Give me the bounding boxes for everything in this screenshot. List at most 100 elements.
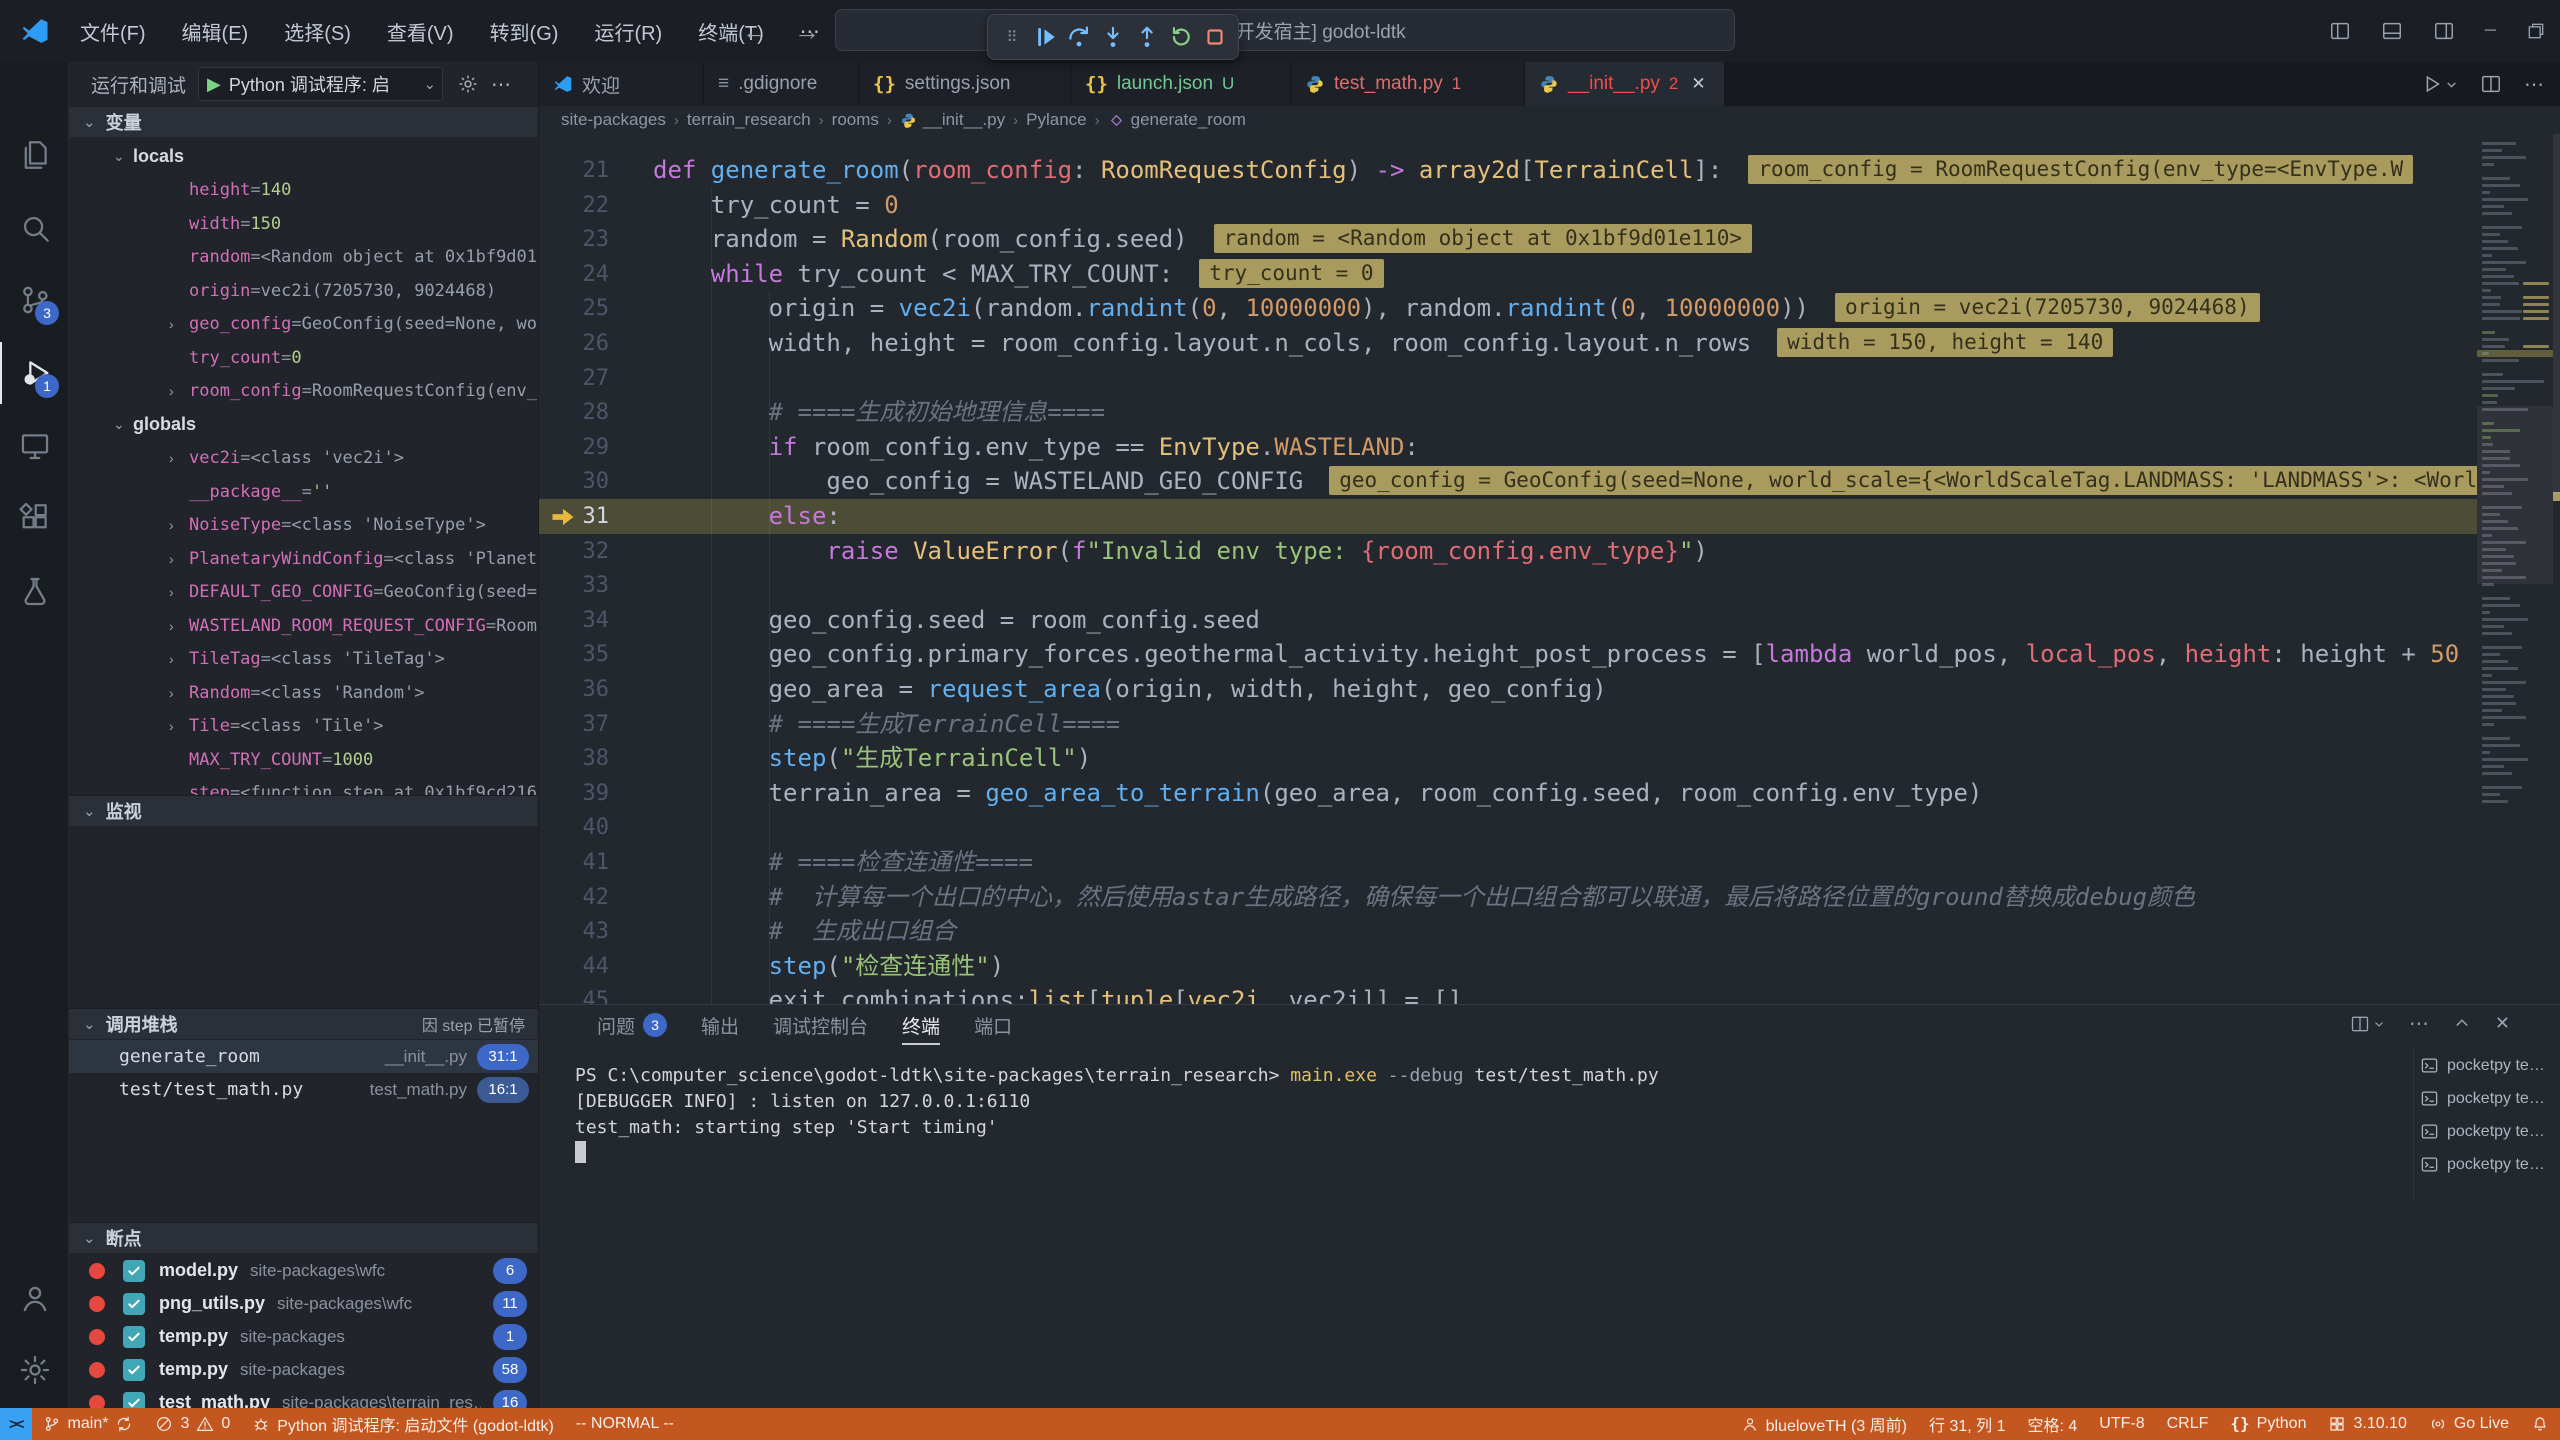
code-line-31[interactable]: 31 else: <box>539 499 2477 534</box>
breakpoints-section-header[interactable]: ⌄ 断点 <box>69 1222 539 1253</box>
breakpoint-checkbox[interactable] <box>123 1326 145 1348</box>
breakpoint-checkbox[interactable] <box>123 1392 145 1409</box>
stack-frame[interactable]: test/test_math.pytest_math.py16:1 <box>69 1073 539 1106</box>
command-center-search[interactable]: [扩展开发宿主] godot-ldtk <box>835 9 1735 51</box>
code-editor[interactable]: 21def generate_room(room_config: RoomReq… <box>539 134 2477 1004</box>
code-line-26[interactable]: 26 width, height = room_config.layout.n_… <box>539 326 2477 361</box>
minimap[interactable] <box>2477 134 2553 1004</box>
tab-[interactable]: 欢迎 <box>539 62 704 106</box>
code-line-43[interactable]: 43 # 生成出口组合 <box>539 914 2477 949</box>
breadcrumb-item[interactable]: rooms <box>832 110 879 130</box>
remote-indicator[interactable]: >< <box>0 1408 32 1440</box>
restart-button[interactable] <box>1166 21 1196 53</box>
variable-DEFAULT_GEO_CONFIG[interactable]: ›DEFAULT_GEO_CONFIG = GeoConfig(seed=1… <box>69 576 539 609</box>
menu-s[interactable]: 选择(S) <box>268 11 367 52</box>
menu-f[interactable]: 文件(F) <box>64 11 162 52</box>
close-panel-icon[interactable]: ✕ <box>2495 1013 2510 1034</box>
panel-tab-端口[interactable]: 端口 <box>974 1005 1012 1045</box>
status-golive[interactable]: Go Live <box>2418 1408 2520 1440</box>
tab-launch.json[interactable]: {}launch.jsonU <box>1071 62 1291 106</box>
split-terminal-icon[interactable] <box>2350 1014 2385 1034</box>
variable-PlanetaryWindConfig[interactable]: ›PlanetaryWindConfig = <class 'Planeta… <box>69 542 539 575</box>
code-line-41[interactable]: 41 # ====检查连通性==== <box>539 845 2477 880</box>
terminal-instance[interactable]: pocketpy te… <box>2420 1148 2552 1181</box>
variable-geo_config[interactable]: ›geo_config = GeoConfig(seed=None, wor… <box>69 308 539 341</box>
code-line-27[interactable]: 27 <box>539 361 2477 396</box>
code-line-24[interactable]: 24 while try_count < MAX_TRY_COUNT:try_c… <box>539 257 2477 292</box>
variable-Tile[interactable]: ›Tile = <class 'Tile'> <box>69 710 539 743</box>
stack-frame[interactable]: generate_room__init__.py31:1 <box>69 1040 539 1073</box>
step-over-button[interactable] <box>1064 21 1094 53</box>
continue-button[interactable] <box>1030 21 1060 53</box>
activity-remote-explorer[interactable] <box>0 415 69 477</box>
code-line-28[interactable]: 28 # ====生成初始地理信息==== <box>539 395 2477 430</box>
variable-width[interactable]: width = 150 <box>69 207 539 240</box>
breakpoint-row[interactable]: png_utils.pysite-packages\wfc11 <box>69 1287 539 1320</box>
activity-search[interactable] <box>0 197 69 259</box>
terminal-output[interactable]: PS C:\computer_science\godot-ldtk\site-p… <box>575 1063 2415 1393</box>
step-into-button[interactable] <box>1098 21 1128 53</box>
code-line-21[interactable]: 21def generate_room(room_config: RoomReq… <box>539 153 2477 188</box>
menu-r[interactable]: 运行(R) <box>578 11 678 52</box>
status-normal[interactable]: -- NORMAL -- <box>565 1408 685 1440</box>
scope-locals[interactable]: ⌄locals <box>69 140 539 173</box>
code-line-39[interactable]: 39 terrain_area = geo_area_to_terrain(ge… <box>539 776 2477 811</box>
breakpoint-row[interactable]: temp.pysite-packages58 <box>69 1353 539 1386</box>
code-line-36[interactable]: 36 geo_area = request_area(origin, width… <box>539 672 2477 707</box>
status-bell[interactable] <box>2520 1408 2560 1440</box>
layout-panel-icon[interactable] <box>2381 20 2403 42</box>
debug-config-dropdown[interactable]: ▶ Python 调试程序: 启 ⌄ <box>198 67 443 101</box>
breakpoint-row[interactable]: test_math.pysite-packages\terrain_res…16 <box>69 1386 539 1408</box>
close-tab-icon[interactable]: ✕ <box>1691 74 1705 94</box>
status-311[interactable]: 行 31, 列 1 <box>1918 1408 2016 1440</box>
breakpoint-row[interactable]: model.pysite-packages\wfc6 <box>69 1254 539 1287</box>
variable-random[interactable]: random = <Random object at 0x1bf9d01e… <box>69 241 539 274</box>
more-actions-icon[interactable]: ⋯ <box>2524 72 2544 97</box>
layout-sidebar-icon[interactable] <box>2329 20 2351 42</box>
variable-WASTELAND_ROOM_REQUEST_CONFIG[interactable]: ›WASTELAND_ROOM_REQUEST_CONFIG = RoomR… <box>69 609 539 642</box>
breadcrumb-item[interactable]: __init__.py <box>900 110 1005 130</box>
tab-settings.json[interactable]: {}settings.json <box>859 62 1071 106</box>
tab-.gdignore[interactable]: ≡.gdignore <box>704 62 859 106</box>
panel-tab-输出[interactable]: 输出 <box>701 1005 739 1045</box>
call-stack-section-header[interactable]: ⌄ 调用堆栈 因 step 已暂停 <box>69 1008 539 1039</box>
breakpoint-row[interactable]: temp.pysite-packages1 <box>69 1320 539 1353</box>
code-line-34[interactable]: 34 geo_config.seed = room_config.seed <box>539 603 2477 638</box>
code-line-35[interactable]: 35 geo_config.primary_forces.geothermal_… <box>539 637 2477 672</box>
panel-tab-调试控制台[interactable]: 调试控制台 <box>773 1005 868 1045</box>
panel-more-actions-icon[interactable]: ⋯ <box>2409 1011 2429 1036</box>
variable-vec2i[interactable]: ›vec2i = <class 'vec2i'> <box>69 442 539 475</box>
variable-try_count[interactable]: try_count = 0 <box>69 341 539 374</box>
scrollbar-slider[interactable] <box>2553 134 2560 494</box>
breadcrumb-item[interactable]: terrain_research <box>687 110 811 130</box>
terminal-instance[interactable]: pocketpy te… <box>2420 1082 2552 1115</box>
stop-button[interactable] <box>1200 21 1230 53</box>
window-minimize-icon[interactable]: ─ <box>2485 22 2496 40</box>
variable-room_config[interactable]: ›room_config = RoomRequestConfig(env_t… <box>69 375 539 408</box>
panel-tab-问题[interactable]: 问题3 <box>597 1005 667 1045</box>
breadcrumb-item[interactable]: site-packages <box>561 110 666 130</box>
status-4[interactable]: 空格: 4 <box>2016 1408 2088 1440</box>
activity-settings[interactable] <box>0 1339 69 1401</box>
variable-TileTag[interactable]: ›TileTag = <class 'TileTag'> <box>69 643 539 676</box>
run-python-file-icon[interactable] <box>2421 73 2458 95</box>
breakpoint-checkbox[interactable] <box>123 1359 145 1381</box>
variable-__package__[interactable]: __package__ = '' <box>69 475 539 508</box>
tab-__init__.py[interactable]: __init__.py2✕ <box>1525 62 1725 106</box>
terminal-instance[interactable]: pocketpy te… <box>2420 1115 2552 1148</box>
menu-v[interactable]: 查看(V) <box>371 11 470 52</box>
debug-settings-gear-icon[interactable] <box>457 73 479 95</box>
activity-testing[interactable] <box>0 560 69 622</box>
layout-secondary-sidebar-icon[interactable] <box>2433 20 2455 42</box>
code-line-30[interactable]: 30 geo_config = WASTELAND_GEO_CONFIGgeo_… <box>539 464 2477 499</box>
code-line-42[interactable]: 42 # 计算每一个出口的中心，然后使用astar生成路径，确保每一个出口组合都… <box>539 880 2477 915</box>
activity-account[interactable] <box>0 1267 69 1329</box>
breakpoint-checkbox[interactable] <box>123 1293 145 1315</box>
code-line-25[interactable]: 25 origin = vec2i(random.randint(0, 1000… <box>539 291 2477 326</box>
start-debug-icon[interactable]: ▶ <box>207 74 221 95</box>
status-blueloveth3[interactable]: blueloveTH (3 周前) <box>1730 1408 1918 1440</box>
activity-run-and-debug[interactable]: 1 <box>0 342 69 404</box>
overview-ruler[interactable] <box>2553 134 2560 1004</box>
variables-section-header[interactable]: ⌄ 变量 <box>69 106 539 137</box>
code-line-37[interactable]: 37 # ====生成TerrainCell==== <box>539 707 2477 742</box>
